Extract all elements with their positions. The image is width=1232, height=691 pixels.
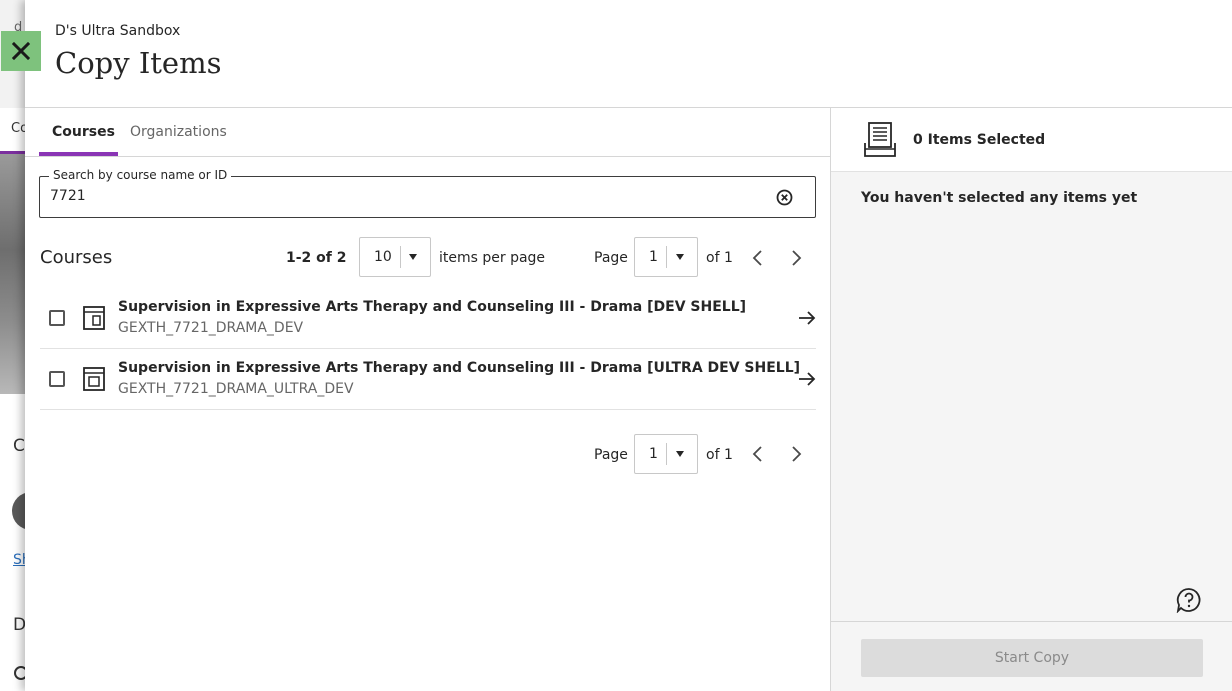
previous-page-icon[interactable] [750, 444, 766, 464]
page-value: 1 [649, 446, 658, 462]
course-id: GEXTH_7721_DRAMA_DEV [118, 320, 304, 336]
course-context-subtitle: D's Ultra Sandbox [55, 23, 181, 39]
course-row[interactable]: Supervision in Expressive Arts Therapy a… [40, 288, 816, 349]
next-page-icon[interactable] [788, 248, 804, 268]
course-name: Supervision in Expressive Arts Therapy a… [118, 299, 747, 315]
close-x-icon [12, 42, 30, 60]
page-select-bottom[interactable]: 1 [634, 434, 698, 474]
items-per-page-value: 10 [374, 249, 392, 265]
course-search-field: Search by course name or ID [39, 168, 816, 218]
active-tab-indicator [39, 152, 118, 156]
arrow-right-icon[interactable] [797, 369, 817, 389]
source-tabs: Courses Organizations [25, 108, 830, 157]
page-label-bottom: Page [594, 447, 628, 463]
course-checkbox[interactable] [49, 371, 65, 387]
page-label: Page [594, 250, 628, 266]
course-name: Supervision in Expressive Arts Therapy a… [118, 360, 801, 376]
close-button[interactable] [1, 31, 41, 71]
previous-page-icon[interactable] [750, 248, 766, 268]
page-value: 1 [649, 249, 658, 265]
selection-panel: 0 Items Selected You haven't selected an… [830, 108, 1232, 691]
course-icon [83, 367, 105, 391]
page-total-bottom: of 1 [706, 447, 733, 463]
course-row[interactable]: Supervision in Expressive Arts Therapy a… [40, 349, 816, 410]
course-browser: Courses Organizations Search by course n… [25, 108, 830, 691]
next-page-icon[interactable] [788, 444, 804, 464]
tab-courses[interactable]: Courses [52, 124, 115, 140]
page-select[interactable]: 1 [634, 237, 698, 277]
page-title: Copy Items [55, 46, 222, 80]
list-title: Courses [40, 247, 113, 268]
chevron-down-icon [676, 451, 684, 457]
empty-selection-message: You haven't selected any items yet [861, 190, 1138, 206]
select-divider [400, 246, 401, 268]
items-per-page-label: items per page [439, 250, 546, 266]
background-section-heading: C [13, 436, 25, 456]
course-checkbox[interactable] [49, 310, 65, 326]
course-id: GEXTH_7721_DRAMA_ULTRA_DEV [118, 381, 354, 397]
panel-header: D's Ultra Sandbox Copy Items [25, 0, 1232, 108]
search-input[interactable] [50, 188, 750, 204]
course-icon [83, 306, 105, 330]
chevron-down-icon [409, 254, 417, 260]
items-per-page-select[interactable]: 10 [359, 237, 431, 277]
selection-header: 0 Items Selected [831, 108, 1232, 172]
select-divider [666, 246, 667, 268]
help-icon[interactable] [1176, 587, 1202, 613]
arrow-right-icon[interactable] [797, 308, 817, 328]
chevron-down-icon [676, 254, 684, 260]
selection-footer: Start Copy [831, 621, 1232, 691]
result-range: 1-2 of 2 [286, 250, 347, 266]
clear-search-icon[interactable] [776, 189, 793, 206]
selected-count: 0 Items Selected [913, 132, 1046, 148]
tab-organizations[interactable]: Organizations [130, 124, 227, 140]
start-copy-button[interactable]: Start Copy [861, 639, 1203, 677]
selected-items-tray-icon [864, 122, 896, 157]
page-total: of 1 [706, 250, 733, 266]
select-divider [666, 443, 667, 465]
copy-items-panel: D's Ultra Sandbox Copy Items Courses Org… [25, 0, 1232, 691]
search-label: Search by course name or ID [49, 168, 232, 182]
